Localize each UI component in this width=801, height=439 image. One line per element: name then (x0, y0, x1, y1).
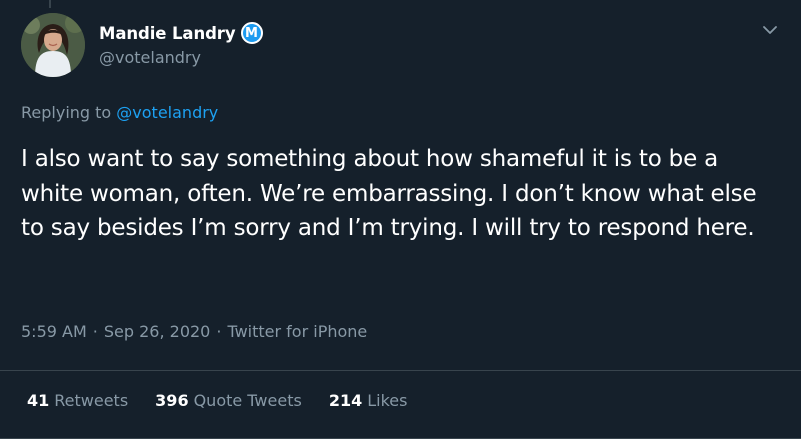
tweet-meta: 5:59 AM · Sep 26, 2020 · Twitter for iPh… (21, 322, 367, 341)
thread-connector-line (49, 0, 51, 8)
avatar-photo (21, 13, 85, 77)
author-handle[interactable]: @votelandry (99, 48, 201, 67)
tweet-time[interactable]: 5:59 AM (21, 322, 87, 341)
tweet-source[interactable]: Twitter for iPhone (227, 322, 367, 341)
retweets-count: 41 (27, 391, 50, 410)
quote-tweets-label: Quote Tweets (193, 391, 302, 410)
replying-to: Replying to @votelandry (21, 103, 218, 122)
meta-separator: · (92, 322, 98, 341)
tweet-date[interactable]: Sep 26, 2020 (104, 322, 211, 341)
chevron-down-icon[interactable] (758, 18, 782, 42)
tweet-stats: 41 Retweets 396 Quote Tweets 214 Likes (27, 391, 434, 410)
author-name-row[interactable]: Mandie Landry M (99, 20, 263, 46)
author-display-name[interactable]: Mandie Landry (99, 24, 236, 43)
divider (0, 370, 801, 371)
verified-badge-icon: M (240, 22, 263, 44)
tweet-detail: Mandie Landry M @votelandry Replying to … (0, 0, 801, 439)
meta-separator: · (216, 322, 222, 341)
quote-tweets-stat[interactable]: 396 Quote Tweets (155, 391, 302, 410)
retweets-label: Retweets (54, 391, 129, 410)
tweet-text: I also want to say something about how s… (21, 146, 757, 241)
likes-label: Likes (367, 391, 408, 410)
replying-to-mention[interactable]: @votelandry (116, 103, 218, 122)
likes-count: 214 (328, 391, 363, 410)
avatar[interactable] (21, 13, 85, 77)
quote-tweets-count: 396 (155, 391, 189, 410)
retweets-stat[interactable]: 41 Retweets (27, 391, 128, 410)
replying-to-prefix: Replying to (21, 103, 112, 122)
likes-stat[interactable]: 214 Likes (329, 391, 408, 410)
